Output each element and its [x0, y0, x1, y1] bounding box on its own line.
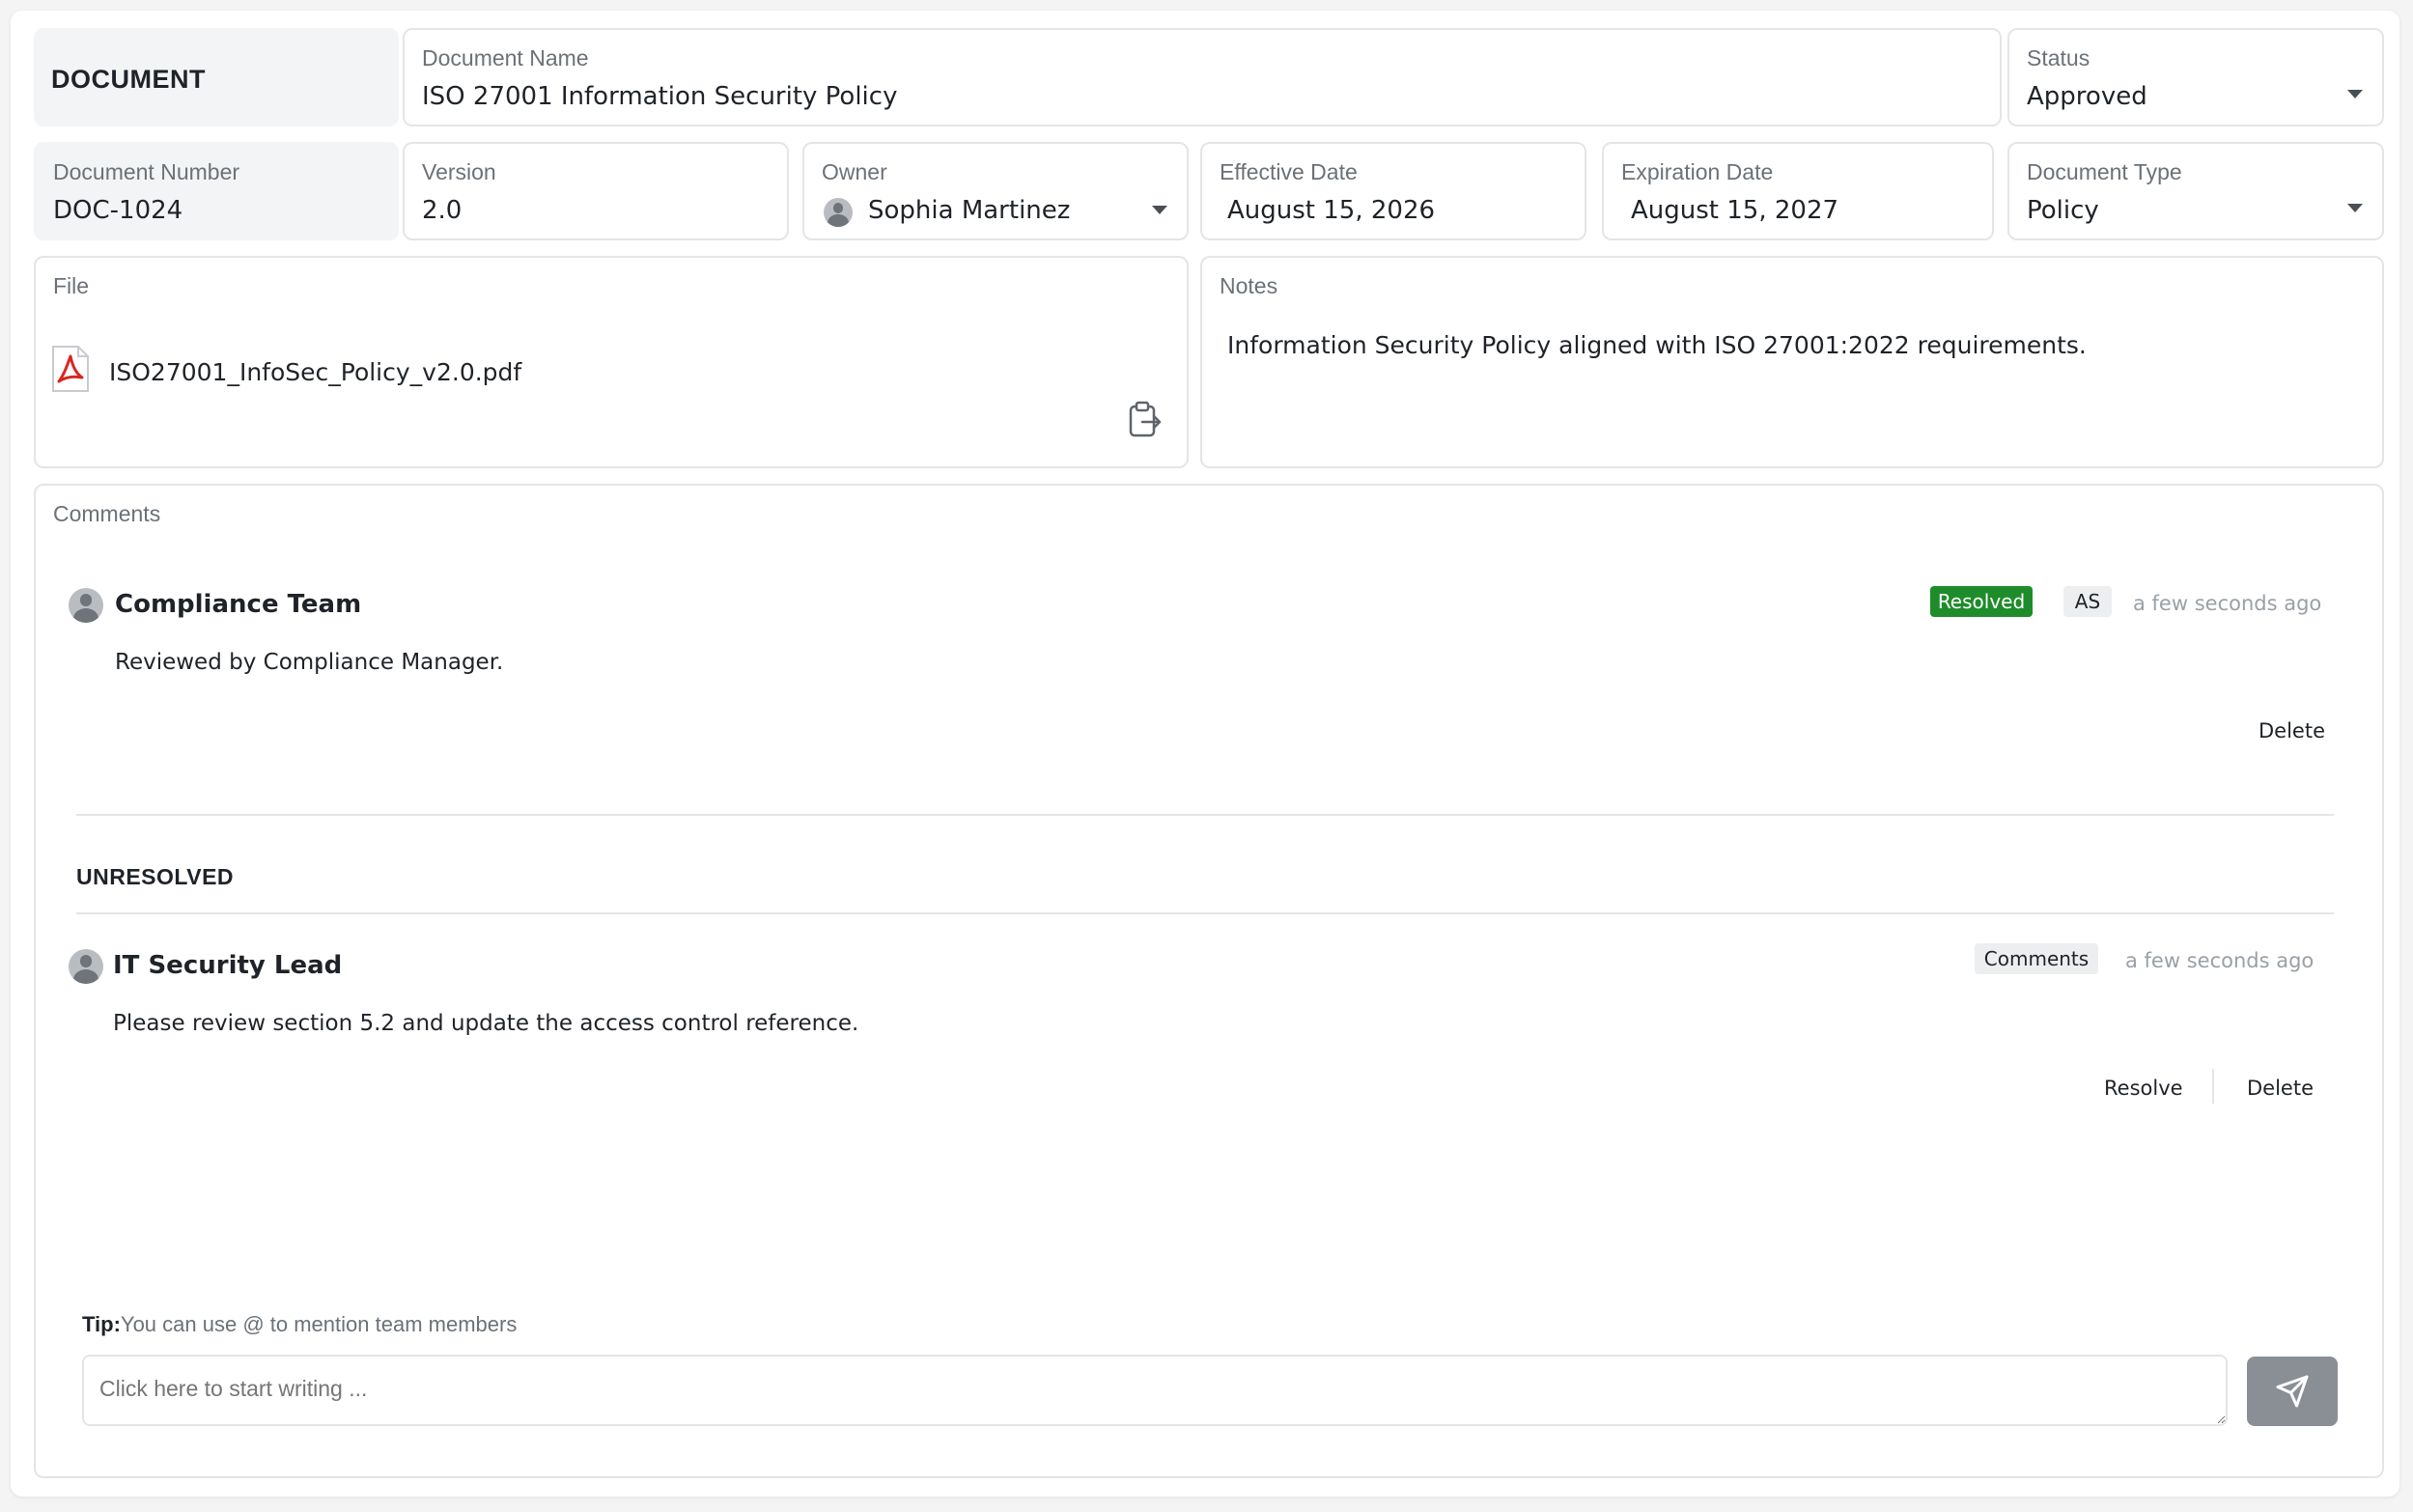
document-name-value: ISO 27001 Information Security Policy: [422, 82, 898, 111]
document-section-header: DOCUMENT: [34, 28, 399, 126]
comment-tag: Comments: [1975, 943, 2098, 974]
document-number-value: DOC-1024: [53, 196, 183, 225]
resolved-badge: Resolved: [1930, 586, 2033, 617]
expiration-date-label: Expiration Date: [1621, 159, 1774, 184]
document-name-field[interactable]: Document Name ISO 27001 Information Secu…: [403, 28, 2002, 126]
initials-badge: AS: [2063, 586, 2112, 617]
document-type-label: Document Type: [2027, 159, 2182, 184]
comment-time: a few seconds ago: [2133, 592, 2322, 615]
notes-field[interactable]: Notes Information Security Policy aligne…: [1200, 256, 2384, 468]
owner-label: Owner: [822, 159, 887, 184]
document-type-select[interactable]: Document Type Policy: [2007, 142, 2384, 240]
effective-date-value: August 15, 2026: [1227, 196, 1436, 225]
owner-avatar-icon: [824, 198, 853, 227]
status-value: Approved: [2027, 82, 2147, 111]
version-label: Version: [422, 159, 496, 184]
send-icon: [2276, 1375, 2309, 1408]
comment-body: Reviewed by Compliance Manager.: [115, 650, 504, 675]
file-field: File ISO27001_InfoSec_Policy_v2.0.pdf: [34, 256, 1189, 468]
divider: [76, 814, 2334, 816]
expiration-date-field[interactable]: Expiration Date August 15, 2027: [1602, 142, 1994, 240]
document-name-label: Document Name: [422, 45, 589, 70]
owner-select[interactable]: Owner Sophia Martinez: [802, 142, 1189, 240]
resolve-button[interactable]: Resolve: [2104, 1077, 2183, 1100]
comment-author: Compliance Team: [115, 590, 362, 619]
document-type-value: Policy: [2027, 196, 2099, 225]
document-number-label: Document Number: [53, 159, 240, 184]
chevron-down-icon: [2347, 204, 2363, 212]
version-field[interactable]: Version 2.0: [403, 142, 789, 240]
tip-prefix: Tip:: [82, 1312, 121, 1336]
notes-label: Notes: [1220, 273, 1278, 298]
expiration-date-value: August 15, 2027: [1631, 196, 1839, 225]
author-avatar-icon: [69, 949, 103, 984]
tip-text: You can use @ to mention team members: [120, 1312, 518, 1336]
divider: [76, 912, 2334, 914]
delete-button[interactable]: Delete: [2247, 1077, 2314, 1100]
version-value: 2.0: [422, 196, 463, 225]
unresolved-heading: UNRESOLVED: [76, 864, 235, 889]
mention-tip: Tip:You can use @ to mention team member…: [82, 1312, 517, 1337]
comment-author: IT Security Lead: [113, 951, 343, 980]
send-button[interactable]: [2247, 1357, 2338, 1426]
delete-button[interactable]: Delete: [2259, 719, 2325, 742]
file-label: File: [53, 273, 90, 298]
status-label: Status: [2027, 45, 2090, 70]
comments-label: Comments: [53, 501, 161, 526]
action-separator: [2212, 1069, 2214, 1104]
effective-date-label: Effective Date: [1220, 159, 1358, 184]
author-avatar-icon: [69, 588, 103, 623]
comments-panel: Comments Compliance Team Reviewed by Com…: [34, 484, 2384, 1478]
comment-time: a few seconds ago: [2125, 949, 2315, 972]
pdf-icon: [51, 345, 90, 393]
comment-body: Please review section 5.2 and update the…: [113, 1011, 859, 1036]
status-select[interactable]: Status Approved: [2007, 28, 2384, 126]
chevron-down-icon: [1152, 206, 1167, 214]
file-link[interactable]: ISO27001_InfoSec_Policy_v2.0.pdf: [109, 358, 521, 386]
comment-input[interactable]: [82, 1355, 2228, 1426]
chevron-down-icon: [2347, 90, 2363, 98]
document-panel: DOCUMENT Document Name ISO 27001 Informa…: [11, 11, 2399, 1497]
notes-text: Information Security Policy aligned with…: [1227, 331, 2087, 359]
document-number-field: Document Number DOC-1024: [34, 142, 399, 240]
effective-date-field[interactable]: Effective Date August 15, 2026: [1200, 142, 1586, 240]
clipboard-export-icon[interactable]: [1127, 401, 1164, 439]
section-title: DOCUMENT: [51, 65, 206, 94]
owner-value: Sophia Martinez: [868, 196, 1071, 225]
